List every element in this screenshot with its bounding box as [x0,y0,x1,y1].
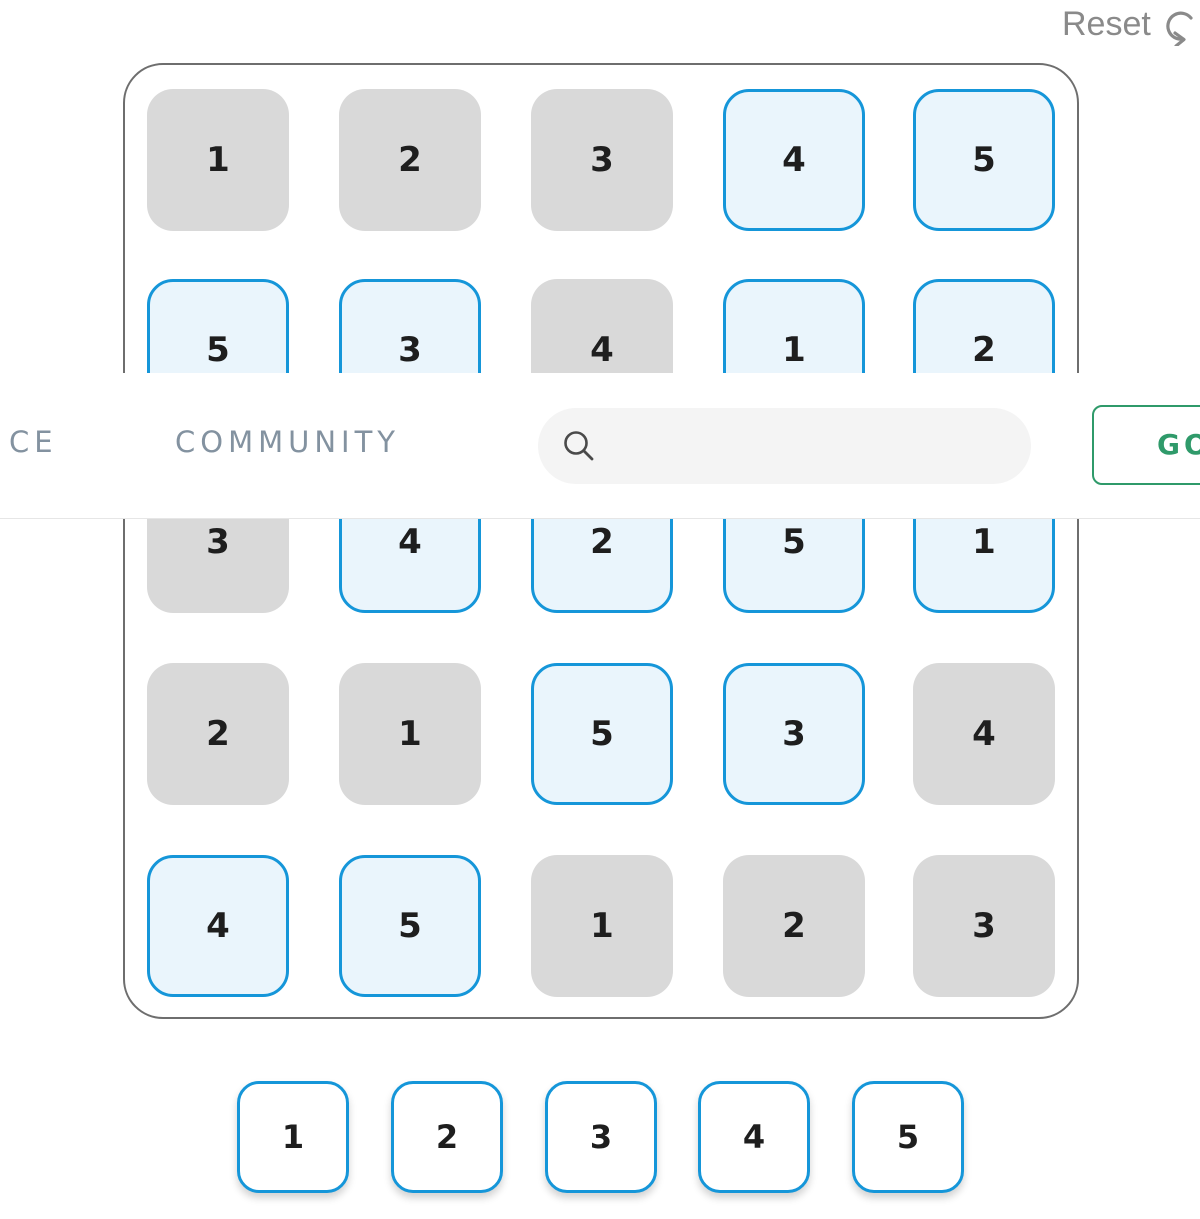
grid-cell-given: 2 [723,855,865,997]
grid-cell-given: 1 [339,663,481,805]
grid-cell-editable[interactable]: 5 [531,663,673,805]
grid-cell-editable[interactable]: 4 [147,855,289,997]
reset-label: Reset [1062,4,1151,43]
number-button-2[interactable]: 2 [391,1081,503,1193]
grid-cell-editable[interactable]: 3 [723,663,865,805]
grid-cell-given: 2 [339,89,481,231]
nav-item-community[interactable]: COMMUNITY [175,425,400,459]
number-button-4[interactable]: 4 [698,1081,810,1193]
puzzle-board: 1234553412342512153445123 [123,63,1079,1019]
number-button-3[interactable]: 3 [545,1081,657,1193]
grid-cell-given: 1 [147,89,289,231]
search-bar [538,408,1031,484]
page: Reset 1234553412342512153445123 12345 CE… [0,0,1200,1219]
go-button[interactable]: GO [1092,405,1200,485]
reset-icon [1166,11,1193,46]
grid-cell-given: 3 [531,89,673,231]
reset-button[interactable]: Reset [1062,2,1197,46]
grid-cell-editable[interactable]: 4 [723,89,865,231]
number-button-5[interactable]: 5 [852,1081,964,1193]
grid-cell-given: 2 [147,663,289,805]
number-button-1[interactable]: 1 [237,1081,349,1193]
grid-cell-editable[interactable]: 5 [339,855,481,997]
grid-cell-given: 1 [531,855,673,997]
search-icon [564,431,594,461]
grid-cell-given: 4 [913,663,1055,805]
grid-cell-given: 3 [913,855,1055,997]
site-navbar: CE COMMUNITY GO [0,373,1200,519]
grid-cell-editable[interactable]: 5 [913,89,1055,231]
nav-item-truncated[interactable]: CE [9,425,58,459]
search-input[interactable] [608,415,1007,477]
